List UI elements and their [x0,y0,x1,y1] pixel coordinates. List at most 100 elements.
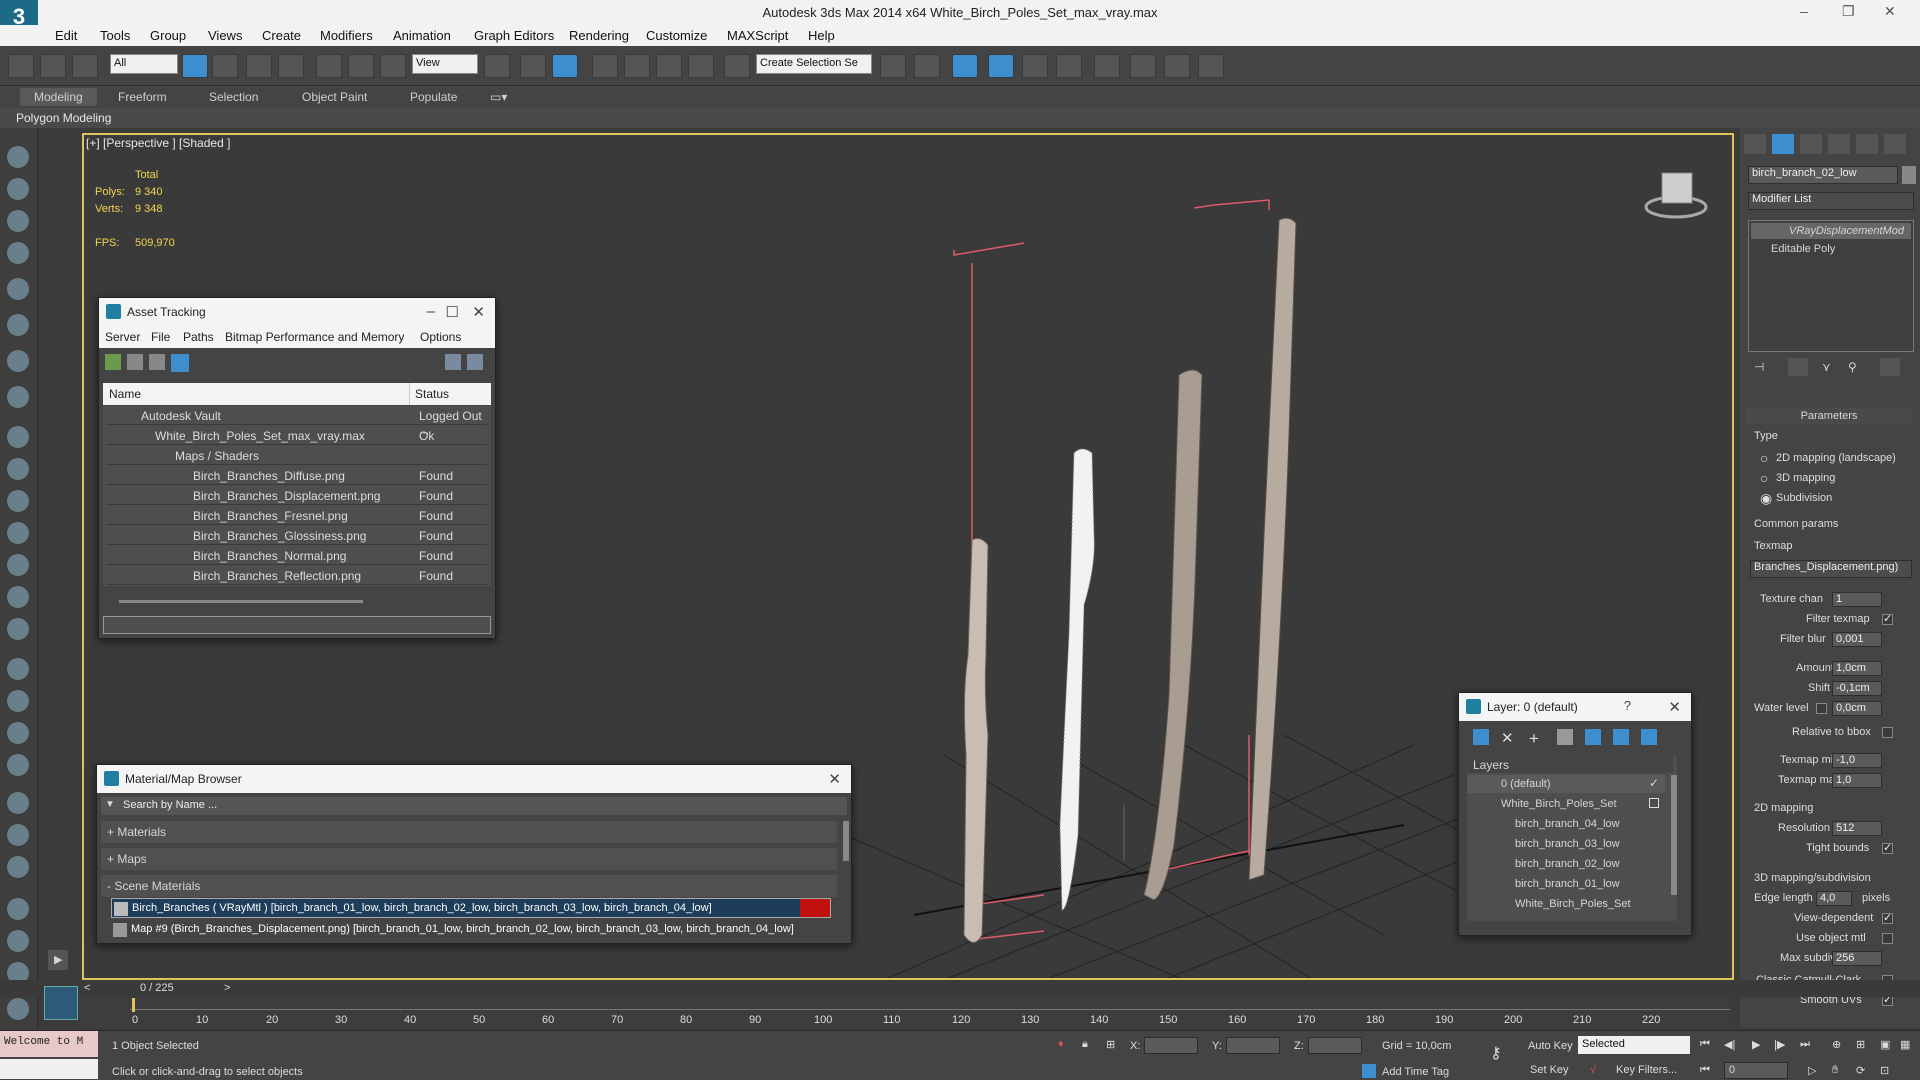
menu-help[interactable]: Help [808,28,835,43]
asset-tracking-titlebar[interactable]: Asset Tracking – ☐ ✕ [99,298,495,326]
create-layer-icon[interactable] [1473,729,1489,745]
box-icon[interactable] [7,426,29,448]
layer-checkbox[interactable] [1649,798,1659,808]
angle-snap-icon[interactable] [624,54,650,78]
menu-animation[interactable]: Animation [393,28,451,43]
object-color-swatch[interactable] [1902,166,1916,184]
texmap-button[interactable]: Branches_Displacement.png) [1750,560,1912,578]
minimize-icon[interactable]: – [1800,3,1808,19]
particles-icon[interactable] [7,658,29,680]
tab-freeform[interactable]: Freeform [118,90,167,104]
menu-options[interactable]: Options [420,330,461,344]
bind-icon[interactable] [7,386,29,408]
tab-selection[interactable]: Selection [209,90,258,104]
table-row[interactable]: Birch_Branches_Normal.png Found [107,546,487,565]
menu-customize[interactable]: Customize [646,28,707,43]
percent-snap-icon[interactable] [656,54,682,78]
scene-icon[interactable] [7,930,29,952]
lock-icon[interactable]: 🔒︎ [1082,1038,1088,1051]
geosphere-icon[interactable] [7,490,29,512]
view-dependent-checkbox[interactable] [1882,911,1893,924]
maxscript-input[interactable] [0,1059,98,1079]
layer-object[interactable]: birch_branch_02_low [1467,855,1665,873]
graphite-toggle-icon[interactable] [988,54,1014,78]
tab-object-paint[interactable]: Object Paint [302,90,367,104]
x-coordinate-input[interactable] [1144,1037,1198,1054]
birch-pole-3[interactable] [1143,369,1203,901]
polygon-modeling-label[interactable]: Polygon Modeling [16,111,111,125]
radio-3d[interactable]: ○ [1760,470,1768,486]
gear-icon[interactable] [7,754,29,776]
filter-dropdown-icon[interactable]: ▼ [105,799,115,810]
edit-named-sel-icon[interactable] [724,54,750,78]
layer-object[interactable]: birch_branch_01_low [1467,875,1665,893]
menu-create[interactable]: Create [262,28,301,43]
display-tab-icon[interactable] [1856,134,1878,154]
create-tab-icon[interactable] [1744,134,1766,154]
layer-item[interactable]: White_Birch_Poles_Set [1467,795,1665,813]
scene-materials-section[interactable]: - Scene Materials [101,875,837,897]
configure-sets-icon[interactable] [1880,358,1900,376]
scene-save-icon[interactable] [7,998,29,1020]
menu-modifiers[interactable]: Modifiers [320,28,373,43]
align-icon[interactable] [914,54,940,78]
layer-object[interactable]: birch_branch_04_low [1467,815,1665,833]
asset-path-field[interactable] [103,616,491,634]
water-level-checkbox[interactable] [1816,703,1827,714]
radio-2d[interactable]: ○ [1760,450,1768,466]
menu-views[interactable]: Views [208,28,242,43]
maps-section[interactable]: + Maps [101,848,837,870]
torus-icon[interactable] [7,618,29,640]
scale-icon[interactable] [380,54,406,78]
close-icon[interactable]: ✕ [828,770,841,788]
viewport-label[interactable]: [+] [Perspective ] [Shaded ] [86,136,230,150]
goto-end-icon[interactable]: ⏭ [1800,1038,1810,1051]
stack-item-vraydisplacement[interactable]: VRayDisplacementMod [1751,223,1911,239]
column-status[interactable]: Status [415,387,449,401]
zoom-icon[interactable]: ⊕ [1832,1038,1841,1051]
material-browser-titlebar[interactable]: Material/Map Browser ✕ [97,765,851,793]
teapot-icon[interactable] [7,146,29,168]
add-time-tag[interactable]: Add Time Tag [1382,1066,1449,1078]
mirror-icon[interactable] [880,54,906,78]
layer-titlebar[interactable]: Layer: 0 (default) ? ✕ [1459,693,1691,721]
utilities-tab-icon[interactable] [1884,134,1906,154]
table-row[interactable]: Birch_Branches_Reflection.png Found [107,566,487,585]
sphere-icon[interactable] [7,458,29,480]
table-row[interactable]: White_Birch_Poles_Set_max_vray.max Ok [107,426,487,445]
freeze-all-icon[interactable] [1641,729,1657,745]
menu-maxscript[interactable]: MAXScript [727,28,788,43]
select-object-icon[interactable] [182,54,208,78]
resolution-input[interactable]: 512 [1832,821,1882,836]
tight-bounds-checkbox[interactable] [1882,841,1893,854]
schematic-view-icon[interactable] [1056,54,1082,78]
curve-editor-icon[interactable] [1022,54,1048,78]
named-selection-dropdown[interactable]: Create Selection Se [756,54,872,74]
menu-file[interactable]: File [151,330,170,344]
modifier-list-dropdown[interactable]: Modifier List [1748,192,1914,210]
fov-icon[interactable]: ▷ [1808,1064,1816,1077]
use-object-mtl-checkbox[interactable] [1882,933,1893,944]
tab-modeling[interactable]: Modeling [20,88,97,106]
menu-group[interactable]: Group [150,28,186,43]
menu-edit[interactable]: Edit [55,28,77,43]
selection-filter-dropdown[interactable]: All [110,54,178,74]
max-subdivs-input[interactable]: 256 [1832,951,1882,966]
birch-pole-2-wireframe[interactable] [1059,448,1095,911]
help-icon[interactable] [445,354,461,370]
zoom-extents-icon[interactable]: ▣ [1880,1038,1890,1051]
horizontal-scrollbar[interactable] [119,600,363,603]
show-end-result-icon[interactable] [1788,358,1808,376]
hide-all-icon[interactable] [1613,729,1629,745]
tree-view-icon[interactable] [149,354,165,370]
table-view-icon[interactable] [171,354,189,372]
link-icon[interactable] [8,54,34,78]
key-mode-icon[interactable]: ⏮ [1700,1064,1710,1077]
vertical-scrollbar[interactable] [843,821,849,861]
table-row[interactable]: Autodesk Vault Logged Out ... [107,406,487,437]
layer-object[interactable]: White_Birch_Poles_Set [1467,895,1665,913]
set-key-button[interactable]: Set Key [1530,1064,1569,1076]
menu-bitmap-performance[interactable]: Bitmap Performance and Memory [225,330,404,344]
texture-chan-input[interactable]: 1 [1832,592,1882,607]
make-unique-icon[interactable]: ⋎ [1822,360,1831,374]
